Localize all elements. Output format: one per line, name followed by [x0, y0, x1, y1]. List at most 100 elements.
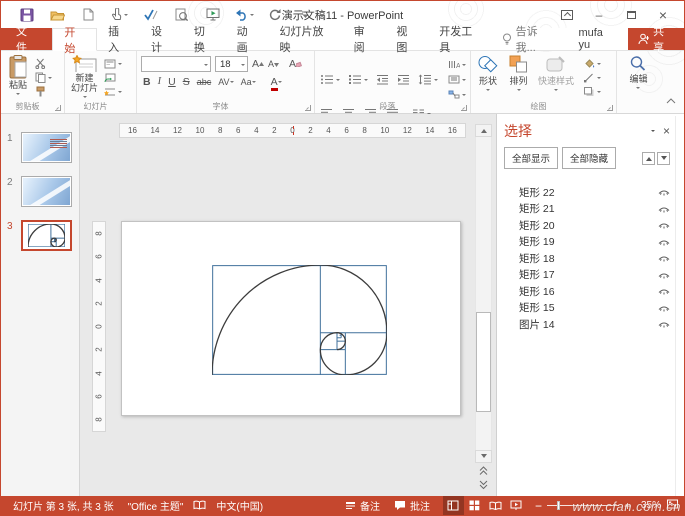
- slide-thumbnail[interactable]: 2: [1, 176, 79, 207]
- new-document-icon[interactable]: [73, 5, 104, 25]
- font-dialog-launcher-icon[interactable]: [305, 105, 311, 111]
- visibility-eye-icon[interactable]: [658, 205, 670, 213]
- character-spacing-button[interactable]: AV: [218, 76, 233, 88]
- golden-spiral-drawing[interactable]: [28, 224, 65, 247]
- text-direction-button[interactable]: A: [447, 58, 467, 71]
- language-status[interactable]: 中文(中国): [209, 496, 270, 515]
- vertical-scrollbar[interactable]: [475, 124, 492, 491]
- slide-thumbnail-image[interactable]: [21, 132, 72, 163]
- reset-button[interactable]: [103, 71, 123, 84]
- arrange-button[interactable]: 排列: [507, 55, 530, 100]
- theme-status[interactable]: "Office 主题": [121, 496, 191, 515]
- bring-forward-icon[interactable]: [642, 152, 655, 165]
- convert-to-smartart-button[interactable]: [447, 88, 467, 101]
- selection-item[interactable]: 矩形 16: [497, 283, 684, 300]
- slide-number-status[interactable]: 幻灯片 第 3 张, 共 3 张: [6, 496, 121, 515]
- zoom-out-icon[interactable]: −: [535, 501, 542, 511]
- normal-view-button[interactable]: [443, 496, 464, 515]
- maximize-icon[interactable]: [622, 6, 640, 24]
- next-slide-icon[interactable]: [475, 479, 492, 491]
- tab-file[interactable]: 文件: [1, 28, 52, 50]
- shape-effects-button[interactable]: [582, 85, 602, 98]
- visibility-eye-icon[interactable]: [658, 221, 670, 229]
- shape-name[interactable]: 矩形 20: [519, 218, 658, 233]
- paste-button[interactable]: 粘贴: [5, 55, 31, 100]
- align-text-button[interactable]: [447, 73, 467, 86]
- selection-item[interactable]: 矩形 17: [497, 267, 684, 284]
- numbering-button[interactable]: [347, 73, 369, 86]
- drawing-dialog-launcher-icon[interactable]: [607, 105, 613, 111]
- layout-button[interactable]: [103, 57, 123, 70]
- shape-name[interactable]: 矩形 16: [519, 284, 658, 299]
- paragraph-dialog-launcher-icon[interactable]: [461, 105, 467, 111]
- pane-options-dropdown-icon[interactable]: [651, 126, 655, 137]
- slideshow-view-button[interactable]: [506, 496, 527, 515]
- shape-name[interactable]: 矩形 22: [519, 185, 658, 200]
- increase-font-size-button[interactable]: A: [252, 58, 264, 70]
- send-backward-icon[interactable]: [657, 152, 670, 165]
- scroll-up-icon[interactable]: [475, 124, 492, 137]
- shapes-button[interactable]: 形状: [475, 55, 501, 100]
- touch-mode-dropdown[interactable]: [124, 14, 128, 18]
- tell-me-box[interactable]: 告诉我...: [492, 28, 567, 50]
- ribbon-tab[interactable]: 审阅: [343, 28, 386, 50]
- golden-spiral-drawing[interactable]: [212, 265, 387, 375]
- user-name[interactable]: mufa yu: [566, 28, 627, 50]
- open-icon[interactable]: [42, 5, 73, 25]
- clear-formatting-button[interactable]: A: [289, 58, 302, 70]
- spellcheck-status-icon[interactable]: [190, 496, 209, 515]
- shape-fill-button[interactable]: [582, 57, 602, 70]
- clipboard-dialog-launcher-icon[interactable]: [55, 105, 61, 111]
- ribbon-tab[interactable]: 切换: [183, 28, 226, 50]
- scrollbar-thumb[interactable]: [476, 312, 491, 412]
- horizontal-ruler[interactable]: 1614121086420246810121416: [119, 123, 466, 138]
- vertical-ruler[interactable]: 864202468: [92, 221, 106, 432]
- hide-all-button[interactable]: 全部隐藏: [562, 147, 616, 169]
- minimize-icon[interactable]: –: [590, 6, 608, 24]
- previous-slide-icon[interactable]: [475, 465, 492, 477]
- decrease-font-size-button[interactable]: A: [268, 58, 279, 70]
- comments-button[interactable]: 批注: [387, 496, 437, 515]
- new-slide-button[interactable]: 新建 幻灯片: [69, 55, 100, 100]
- shape-name[interactable]: 图片 14: [519, 317, 658, 332]
- scrollbar-track[interactable]: [475, 137, 492, 450]
- selection-item[interactable]: 矩形 19: [497, 234, 684, 251]
- ribbon-display-options-icon[interactable]: [558, 6, 576, 24]
- visibility-eye-icon[interactable]: [658, 320, 670, 328]
- selection-item[interactable]: 矩形 18: [497, 250, 684, 267]
- strikethrough-button[interactable]: S: [183, 76, 190, 88]
- line-spacing-button[interactable]: [417, 73, 439, 86]
- text-shadow-button[interactable]: abc: [197, 76, 212, 88]
- selection-item[interactable]: 矩形 21: [497, 201, 684, 218]
- underline-button[interactable]: U: [168, 76, 176, 88]
- selection-item[interactable]: 图片 14: [497, 316, 684, 333]
- decrease-indent-button[interactable]: [375, 73, 390, 86]
- change-case-button[interactable]: Aa: [241, 76, 256, 88]
- quick-styles-button[interactable]: 快速样式: [536, 55, 576, 100]
- ribbon-tab[interactable]: 视图: [385, 28, 428, 50]
- font-name-combobox[interactable]: [141, 56, 211, 72]
- ribbon-tab[interactable]: 插入: [97, 28, 140, 50]
- undo-dropdown[interactable]: [250, 14, 254, 18]
- bullets-button[interactable]: [319, 73, 341, 86]
- shape-outline-button[interactable]: [582, 71, 602, 84]
- pane-close-icon[interactable]: ×: [663, 124, 670, 138]
- save-icon[interactable]: [11, 5, 42, 25]
- visibility-eye-icon[interactable]: [658, 271, 670, 279]
- undo-icon[interactable]: [228, 5, 259, 25]
- shape-name[interactable]: 矩形 18: [519, 251, 658, 266]
- collapse-ribbon-icon[interactable]: [666, 91, 676, 109]
- selection-item[interactable]: 矩形 15: [497, 300, 684, 317]
- visibility-eye-icon[interactable]: [658, 238, 670, 246]
- slide-thumbnail[interactable]: 1: [1, 132, 79, 163]
- scroll-down-icon[interactable]: [475, 450, 492, 463]
- shape-name[interactable]: 矩形 19: [519, 234, 658, 249]
- slide-sorter-view-button[interactable]: [464, 496, 485, 515]
- visibility-eye-icon[interactable]: [658, 188, 670, 196]
- copy-button[interactable]: [34, 71, 53, 84]
- editing-button[interactable]: 编辑: [627, 55, 649, 100]
- italic-button[interactable]: I: [158, 76, 162, 88]
- font-size-combobox[interactable]: 18: [215, 56, 248, 72]
- zoom-slider-thumb[interactable]: [557, 501, 560, 510]
- font-color-button[interactable]: A: [271, 76, 282, 88]
